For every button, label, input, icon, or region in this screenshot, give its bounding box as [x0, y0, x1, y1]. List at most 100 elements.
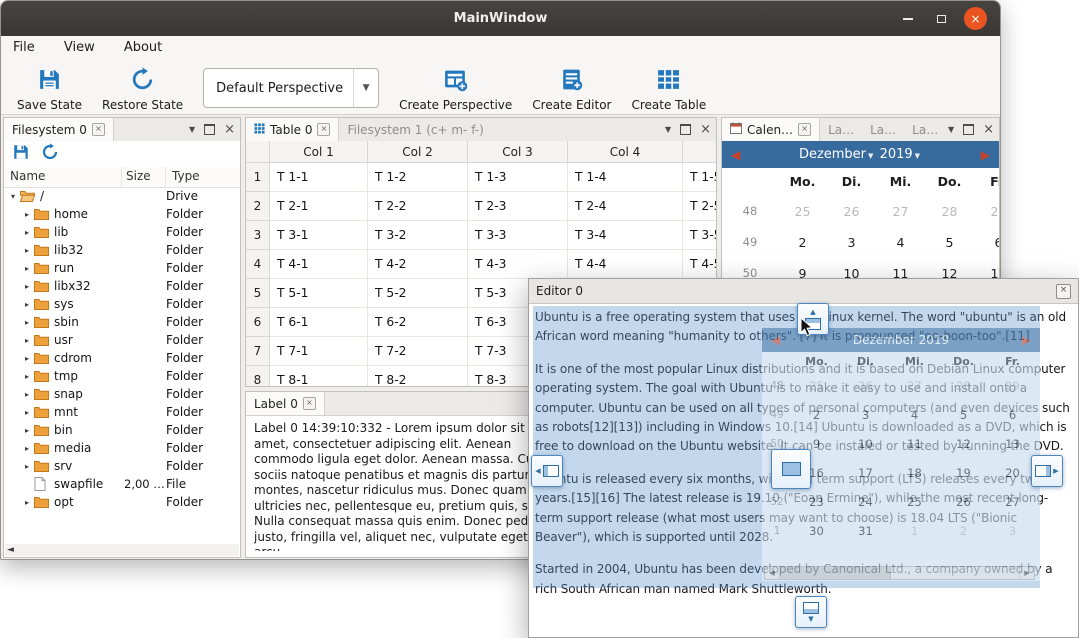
table-cell[interactable]: T 4-3	[468, 250, 568, 279]
restore-state-button[interactable]: Restore State	[92, 62, 193, 114]
dock-float-icon[interactable]	[204, 124, 215, 135]
table-cell[interactable]: T 3-3	[468, 221, 568, 250]
table-cell[interactable]: T 5-1	[270, 279, 368, 308]
dock-float-icon[interactable]	[680, 124, 691, 135]
expander-icon[interactable]: ▸	[20, 354, 34, 363]
table-column-header[interactable]: Col 4	[568, 141, 683, 163]
calendar-day[interactable]: 26	[827, 196, 876, 227]
fs-tree-rows[interactable]: ▾/Drive▸homeFolder▸libFolder▸lib32Folder…	[4, 187, 240, 543]
close-button[interactable]: ×	[964, 7, 987, 30]
calendar-day[interactable]: 29	[974, 196, 999, 227]
table-cell[interactable]: T 2-3	[468, 192, 568, 221]
table-cell[interactable]: T 5-2	[368, 279, 468, 308]
tree-row[interactable]: ▸sbinFolder	[4, 313, 240, 331]
calendar-year-button[interactable]: 2019	[880, 147, 913, 162]
tab-table-0[interactable]: Table 0 ×	[246, 118, 339, 141]
expander-icon[interactable]: ▸	[20, 228, 34, 237]
save-icon[interactable]	[12, 143, 30, 165]
table-cell[interactable]: T 3-2	[368, 221, 468, 250]
minimize-button[interactable]	[896, 7, 919, 30]
table-row-header[interactable]: 5	[246, 279, 270, 308]
table-cell[interactable]: T 2-1	[270, 192, 368, 221]
table-column-header[interactable]: Col 5	[683, 141, 716, 163]
tree-row[interactable]: ▸homeFolder	[4, 205, 240, 223]
tree-row[interactable]: ▸binFolder	[4, 421, 240, 439]
table-cell[interactable]: T 1-3	[468, 163, 568, 192]
tab-close-icon[interactable]: ×	[317, 123, 330, 136]
tree-row[interactable]: ▸srvFolder	[4, 457, 240, 475]
tree-header[interactable]: Name Size Type	[4, 167, 240, 188]
tree-row[interactable]: ▸sysFolder	[4, 295, 240, 313]
expander-icon[interactable]: ▸	[20, 318, 34, 327]
tab-close-icon[interactable]: ×	[303, 397, 316, 410]
tree-row[interactable]: ▸mntFolder	[4, 403, 240, 421]
drop-indicator-bottom[interactable]: ▼	[795, 596, 827, 628]
tree-row[interactable]: ▸mediaFolder	[4, 439, 240, 457]
tab-close-icon[interactable]: ×	[798, 123, 811, 136]
dock-menu-icon[interactable]: ▼	[948, 125, 954, 134]
filesystem-dock-titlebar[interactable]: Filesystem 0 × ▼ ×	[4, 118, 240, 142]
dock-float-icon[interactable]	[963, 124, 974, 135]
expander-icon[interactable]: ▸	[20, 210, 34, 219]
table-cell[interactable]: T 4-4	[568, 250, 683, 279]
tree-row[interactable]: ▸tmpFolder	[4, 367, 240, 385]
table-cell[interactable]: T 4-2	[368, 250, 468, 279]
expander-icon[interactable]: ▸	[20, 426, 34, 435]
dock-menu-icon[interactable]: ▼	[189, 125, 195, 134]
tab-close-icon[interactable]: ×	[92, 123, 105, 136]
tree-row[interactable]: ▸libx32Folder	[4, 277, 240, 295]
tree-row[interactable]: ▸runFolder	[4, 259, 240, 277]
calendar-day[interactable]: 3	[827, 227, 876, 258]
expander-icon[interactable]: ▸	[20, 444, 34, 453]
table-cell[interactable]: T 1-4	[568, 163, 683, 192]
menu-about[interactable]: About	[112, 36, 174, 59]
calendar-day[interactable]: 27	[876, 196, 925, 227]
table-column-header[interactable]: Col 2	[368, 141, 468, 163]
table-cell[interactable]: T 2-2	[368, 192, 468, 221]
drop-indicator-center[interactable]	[771, 449, 811, 489]
expander-icon[interactable]: ▸	[20, 372, 34, 381]
perspective-combobox[interactable]: Default Perspective ▼	[203, 68, 379, 108]
expander-icon[interactable]: ▸	[20, 246, 34, 255]
editor-titlebar[interactable]: Editor 0 ×	[529, 279, 1078, 304]
table-cell[interactable]: T 3-4	[568, 221, 683, 250]
table-cell[interactable]: T 1-5	[683, 163, 716, 192]
expander-icon[interactable]: ▾	[6, 192, 20, 201]
editor-close-icon[interactable]: ×	[1056, 284, 1071, 299]
table-dock-tabbar[interactable]: Table 0 × Filesystem 1 (c+ m- f-) ▼ ×	[246, 118, 716, 142]
table-row-header[interactable]: 6	[246, 308, 270, 337]
window-titlebar[interactable]: MainWindow ×	[1, 1, 1000, 36]
calendar-day[interactable]: 5	[925, 227, 974, 258]
create-perspective-button[interactable]: Create Perspective	[389, 62, 522, 114]
expander-icon[interactable]: ▸	[20, 498, 34, 507]
expander-icon[interactable]: ▸	[20, 390, 34, 399]
table-cell[interactable]: T 1-1	[270, 163, 368, 192]
tab-filesystem-0[interactable]: Filesystem 0 ×	[4, 118, 114, 141]
table-cell[interactable]: T 2-5	[683, 192, 716, 221]
calendar-day[interactable]: 6	[974, 227, 999, 258]
expander-icon[interactable]: ▸	[20, 264, 34, 273]
calendar-day[interactable]: 28	[925, 196, 974, 227]
tab-calendar[interactable]: Calen… ×	[722, 118, 820, 141]
tree-row[interactable]: swapfile2,00 …File	[4, 475, 240, 493]
dock-close-icon[interactable]: ×	[983, 123, 994, 136]
table-cell[interactable]: T 7-2	[368, 337, 468, 366]
table-row-header[interactable]: 3	[246, 221, 270, 250]
scroll-left-icon[interactable]: ◄	[5, 546, 14, 555]
tree-row[interactable]: ▸cdromFolder	[4, 349, 240, 367]
expander-icon[interactable]: ▸	[20, 408, 34, 417]
dock-close-icon[interactable]: ×	[224, 123, 235, 136]
expander-icon[interactable]: ▸	[20, 282, 34, 291]
calendar-day[interactable]: 2	[778, 227, 827, 258]
dock-menu-icon[interactable]: ▼	[665, 125, 671, 134]
table-row-header[interactable]: 8	[246, 366, 270, 386]
tab-label-1[interactable]: La…	[820, 118, 862, 141]
tree-row[interactable]: ▾/Drive	[4, 187, 240, 205]
restore-icon[interactable]	[41, 143, 59, 165]
tree-row[interactable]: ▸snapFolder	[4, 385, 240, 403]
table-row-header[interactable]: 7	[246, 337, 270, 366]
create-editor-button[interactable]: Create Editor	[522, 62, 621, 114]
prev-month-icon[interactable]: ◀	[722, 148, 740, 162]
expander-icon[interactable]: ▸	[20, 336, 34, 345]
tree-header-type[interactable]: Type	[166, 167, 240, 187]
